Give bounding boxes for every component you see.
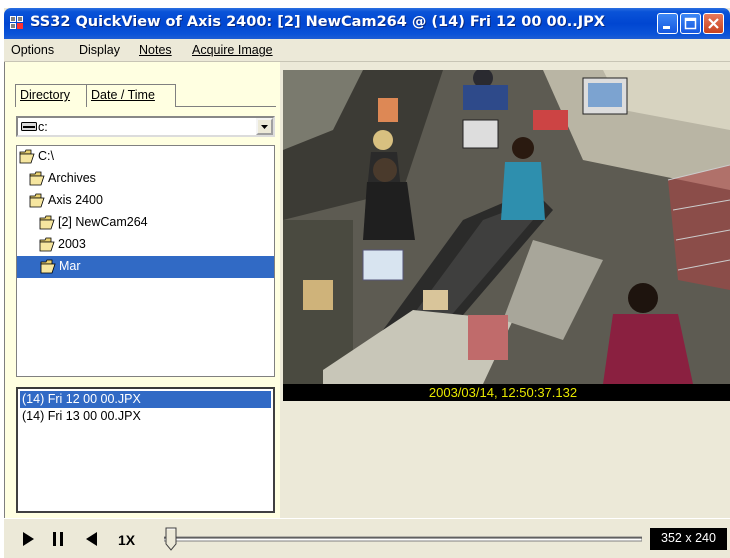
minimize-button[interactable] [657, 13, 678, 34]
tree-item-label: 2003 [58, 237, 86, 251]
surveillance-image [283, 70, 730, 384]
tree-item-c-root[interactable]: C:\ [19, 146, 119, 168]
tree-item-label: Archives [48, 171, 96, 185]
resolution-label: 352 x 240 [650, 528, 727, 550]
tab-directory-label: Directory [20, 88, 71, 102]
list-item[interactable]: (14) Fri 13 00 00.JPX [20, 408, 271, 425]
menu-notes[interactable]: Notes [139, 43, 172, 57]
tree-item-archives[interactable]: Archives [29, 168, 149, 190]
tree-item-label: Mar [59, 259, 81, 273]
seek-slider[interactable] [164, 527, 642, 551]
left-pane: Directory Date / Time c: C:\ Archives Ax… [4, 62, 280, 518]
app-icon[interactable] [10, 16, 24, 30]
open-folder-icon [19, 149, 35, 164]
tree-item-2003[interactable]: 2003 [39, 234, 159, 256]
playback-speed[interactable]: 1X [118, 532, 135, 548]
close-icon [708, 18, 719, 29]
tab-date-time-label: Date / Time [91, 88, 155, 102]
menu-acquire-image[interactable]: Acquire Image [192, 43, 273, 57]
video-timestamp: 2003/03/14, 12:50:37.132 [428, 385, 578, 400]
drive-value: c: [38, 120, 48, 134]
maximize-icon [684, 17, 697, 30]
title-bar[interactable]: SS32 QuickView of Axis 2400: [2] NewCam2… [4, 8, 730, 39]
open-folder-icon [39, 237, 55, 252]
tree-item-mar[interactable]: Mar [17, 256, 274, 278]
tree-item-newcam264[interactable]: [2] NewCam264 [39, 212, 189, 234]
drive-icon [21, 122, 37, 131]
minimize-icon [663, 26, 670, 29]
tree-item-label: Axis 2400 [48, 193, 103, 207]
playback-bar: 1X 352 x 240 [4, 518, 730, 558]
tree-item-label: [2] NewCam264 [58, 215, 148, 229]
open-folder-icon [29, 171, 45, 186]
menu-bar: Options Display Notes Acquire Image [4, 39, 730, 61]
open-folder-icon [29, 193, 45, 208]
tab-divider [176, 106, 276, 107]
right-pane: 2003/03/14, 12:50:37.132 [283, 62, 730, 518]
timestamp-bar: 2003/03/14, 12:50:37.132 [283, 384, 730, 401]
tab-directory[interactable]: Directory [15, 84, 87, 107]
reverse-icon[interactable] [84, 531, 100, 547]
tree-item-axis-2400[interactable]: Axis 2400 [29, 190, 149, 212]
pause-icon[interactable] [50, 531, 66, 547]
chevron-down-icon [261, 125, 268, 129]
tab-date-time[interactable]: Date / Time [87, 84, 176, 107]
dropdown-button[interactable] [256, 118, 273, 135]
menu-options[interactable]: Options [11, 43, 54, 57]
file-list[interactable]: (14) Fri 12 00 00.JPX (14) Fri 13 00 00.… [16, 387, 275, 513]
close-button[interactable] [703, 13, 724, 34]
maximize-button[interactable] [680, 13, 701, 34]
tree-item-label: C:\ [38, 149, 54, 163]
open-folder-icon [39, 215, 55, 230]
camera-video-frame [283, 70, 730, 384]
list-item[interactable]: (14) Fri 12 00 00.JPX [20, 391, 271, 408]
drive-select[interactable]: c: [16, 116, 275, 137]
seek-thumb[interactable] [165, 527, 177, 551]
app-window: SS32 QuickView of Axis 2400: [2] NewCam2… [4, 8, 730, 558]
open-folder-icon [40, 259, 56, 274]
menu-display[interactable]: Display [79, 43, 120, 57]
window-title: SS32 QuickView of Axis 2400: [2] NewCam2… [30, 14, 605, 30]
play-icon[interactable] [20, 531, 36, 547]
directory-tree[interactable]: C:\ Archives Axis 2400 [2] NewCam264 200… [16, 145, 275, 377]
